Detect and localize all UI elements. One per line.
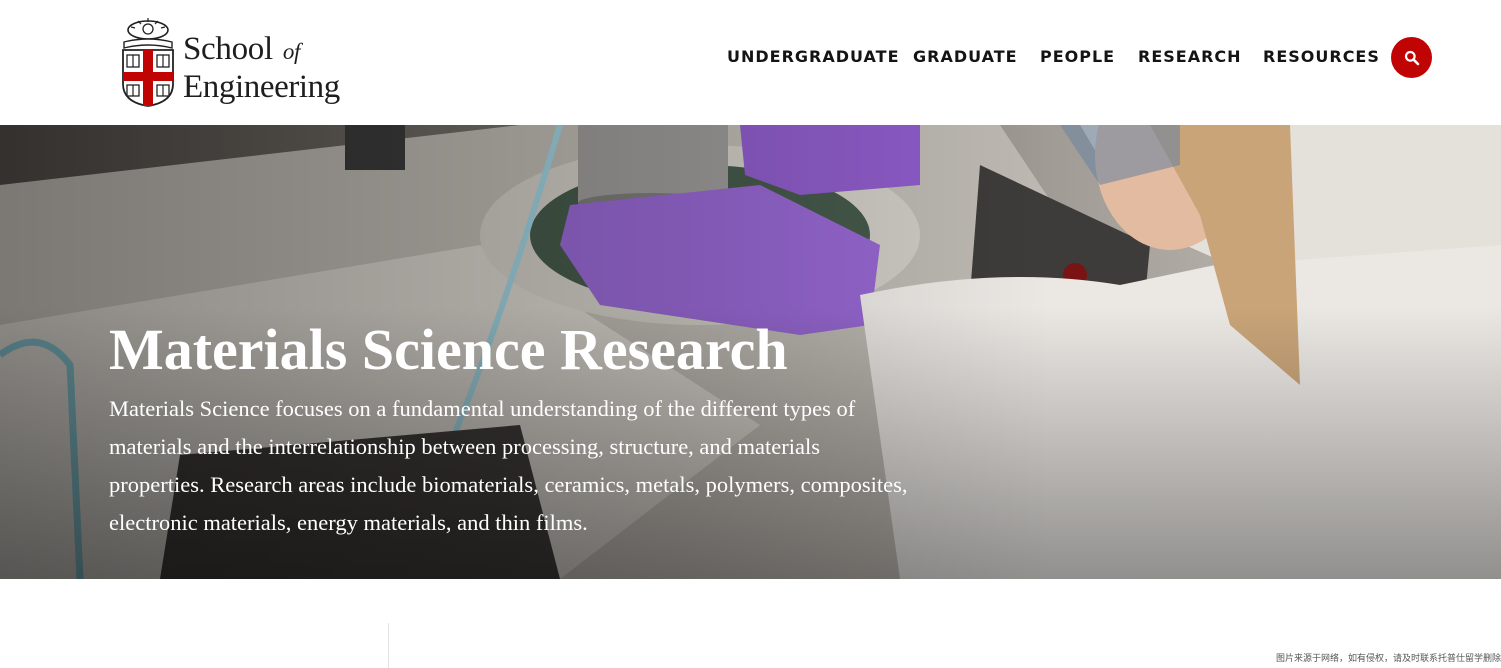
nav-item-people[interactable]: PEOPLE <box>1040 46 1115 68</box>
school-logo[interactable]: School of Engineering <box>120 16 340 108</box>
content-divider <box>388 623 389 668</box>
site-header: School of Engineering UNDERGRADUATE GRAD… <box>0 0 1501 125</box>
logo-school-text: School <box>183 31 273 67</box>
search-button[interactable] <box>1391 37 1432 78</box>
nav-item-graduate[interactable]: GRADUATE <box>913 46 1018 68</box>
image-source-watermark: 图片来源于网络，如有侵权，请及时联系托普仕留学删除 <box>1275 654 1501 664</box>
hero-banner: Materials Science Research Materials Sci… <box>0 125 1501 579</box>
nav-item-resources[interactable]: RESOURCES <box>1263 46 1380 68</box>
nav-item-research[interactable]: RESEARCH <box>1138 46 1242 68</box>
hero-description: Materials Science focuses on a fundament… <box>109 396 908 535</box>
logo-line-2: Engineering <box>183 69 340 105</box>
search-icon <box>1404 50 1419 65</box>
nav-item-undergraduate[interactable]: UNDERGRADUATE <box>727 46 900 68</box>
logo-wordmark: School of Engineering <box>183 32 340 105</box>
logo-of-text: of <box>282 39 301 64</box>
page-title: Materials Science Research <box>109 317 788 382</box>
university-shield-icon <box>122 18 174 107</box>
logo-line-1: School of <box>183 32 340 69</box>
